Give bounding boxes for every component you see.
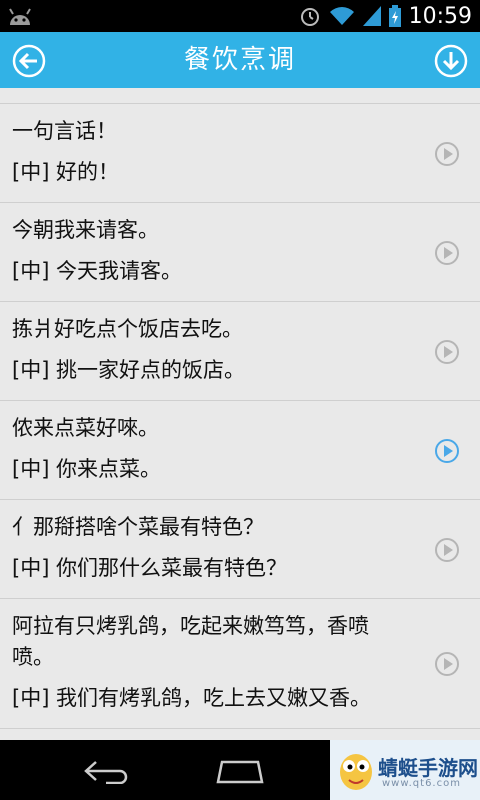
alarm-icon — [300, 8, 319, 26]
play-icon[interactable] — [434, 339, 460, 365]
dialect-text: 足。 — [12, 88, 410, 93]
watermark-text: 蜻蜓手游网 — [378, 756, 478, 780]
watermark-logo-icon — [340, 754, 372, 790]
status-bar: 10:59 — [0, 0, 480, 32]
dialect-text: 一句言话！ — [12, 119, 117, 143]
dialect-text: 今朝我来请客。 — [12, 218, 159, 242]
battery-icon — [388, 5, 401, 27]
play-icon[interactable] — [434, 537, 460, 563]
list-item[interactable]: 亻那搿搭啥个菜最有特色？ [中] 你们那什么菜最有特色？ — [0, 500, 480, 599]
play-icon[interactable] — [434, 141, 460, 167]
status-time: 10:59 — [408, 3, 472, 29]
android-notification-icon — [9, 8, 31, 25]
dialect-text: 拣爿好吃点个饭店去吃。 — [12, 317, 243, 341]
list-item[interactable]: 足。 — [0, 88, 480, 104]
nav-home-icon[interactable] — [214, 758, 266, 784]
mandarin-text: [中] 你来点菜。 — [12, 457, 162, 481]
phrase-list[interactable]: 足。一句言话！ [中] 好的！ 今朝我来请客。 [中] 今天我请客。拣爿好吃点个饭店去… — [0, 88, 480, 740]
mandarin-text: [中] 今天我请客。 — [12, 259, 183, 283]
wifi-icon — [329, 7, 354, 25]
watermark: 蜻蜓手游网 www.qt6.com — [330, 740, 480, 800]
dialect-text: 侬来点菜好唻。 — [12, 416, 159, 440]
list-item[interactable]: 侬来点菜好唻。 [中] 你来点菜。 — [0, 401, 480, 500]
list-item[interactable]: 阿拉有只烤乳鸽，吃起来嫩笃笃，香喷喷。 [中] 我们有烤乳鸽，吃上去又嫩又香。 — [0, 599, 480, 729]
play-icon[interactable] — [434, 438, 460, 464]
page-title: 餐饮烹调 — [183, 45, 296, 75]
dialect-text: 亻那搿搭啥个菜最有特色？ — [12, 515, 264, 539]
list-item[interactable]: 拣爿好吃点个饭店去吃。 [中] 挑一家好点的饭店。 — [0, 302, 480, 401]
watermark-url: www.qt6.com — [382, 778, 461, 789]
list-item[interactable]: 一句言话！ [中] 好的！ — [0, 104, 480, 203]
list-item[interactable]: 今朝我来请客。 [中] 今天我请客。 — [0, 203, 480, 302]
app-bar: 餐饮烹调 — [0, 32, 480, 88]
dialect-text: 阿拉有只烤乳鸽，吃起来嫩笃笃，香喷喷。 — [12, 614, 369, 669]
mandarin-text: [中] 挑一家好点的饭店。 — [12, 358, 246, 382]
mandarin-text: [中] 好的！ — [12, 160, 120, 184]
nav-back-icon[interactable] — [82, 758, 130, 784]
play-icon[interactable] — [434, 240, 460, 266]
mandarin-text: [中] 我们有烤乳鸽，吃上去又嫩又香。 — [12, 686, 372, 710]
download-icon[interactable] — [434, 44, 468, 78]
play-icon[interactable] — [434, 651, 460, 677]
signal-icon — [362, 6, 381, 26]
phrase-list-inner: 足。一句言话！ [中] 好的！ 今朝我来请客。 [中] 今天我请客。拣爿好吃点个饭店去… — [0, 88, 480, 729]
mandarin-text: [中] 你们那什么菜最有特色？ — [12, 556, 288, 580]
